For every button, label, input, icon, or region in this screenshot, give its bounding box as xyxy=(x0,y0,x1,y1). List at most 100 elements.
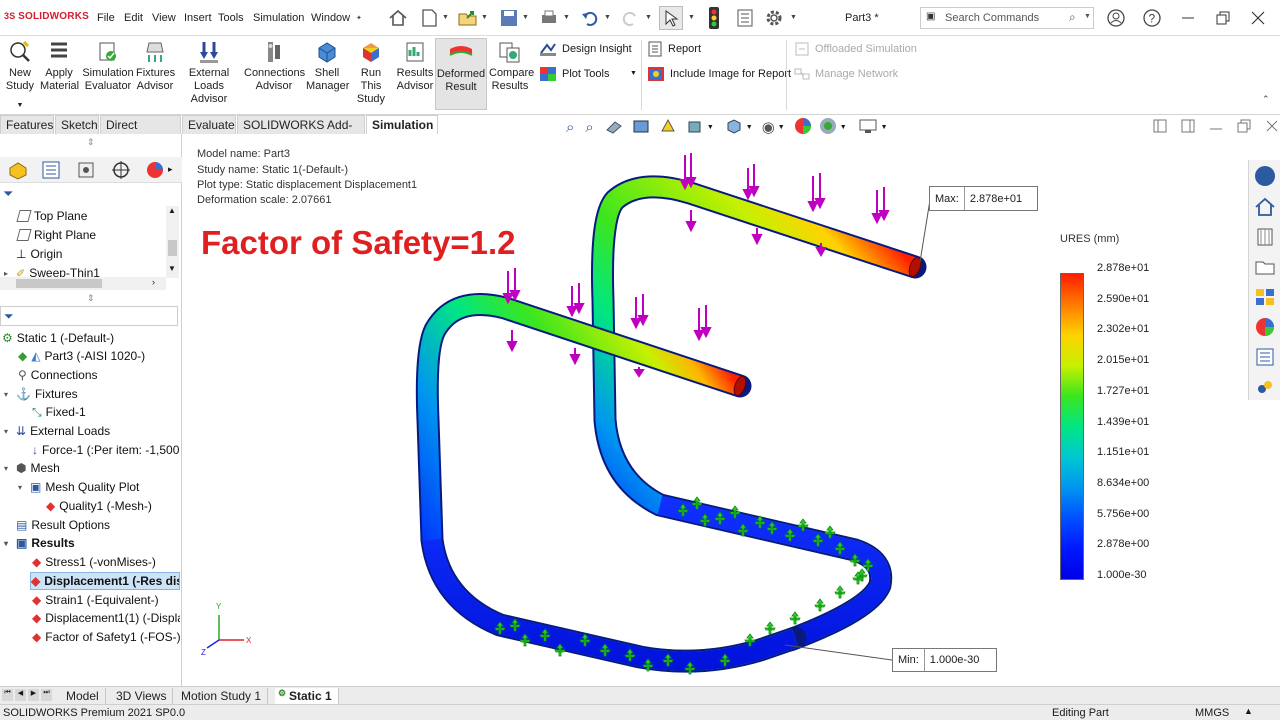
dimxpert-icon[interactable] xyxy=(111,160,131,180)
file-properties-icon[interactable] xyxy=(733,6,757,30)
tree-horizontal-scrollbar[interactable]: › xyxy=(0,277,166,290)
status-units[interactable]: MMGS xyxy=(1195,707,1229,719)
save-icon[interactable] xyxy=(497,6,521,30)
tree-item-fixtures[interactable]: ▾ ⚓ Fixtures xyxy=(4,385,78,403)
restore-icon[interactable] xyxy=(1211,6,1235,30)
menu-window[interactable]: Window xyxy=(311,12,350,24)
tree-item-quality1[interactable]: ◆ Quality1 (-Mesh-) xyxy=(46,497,152,515)
next-tab-icon[interactable]: ▶ xyxy=(28,689,39,701)
filter-icon[interactable]: ⏷ xyxy=(4,309,14,324)
chevron-down-icon[interactable]: ▼ xyxy=(604,14,611,21)
scrollbar-thumb[interactable] xyxy=(168,240,177,256)
property-manager-icon[interactable] xyxy=(41,160,61,180)
chevron-up-icon[interactable]: ▲ xyxy=(1244,706,1253,716)
menu-simulation[interactable]: Simulation xyxy=(253,12,304,24)
chevron-down-icon[interactable]: ▼ xyxy=(790,14,797,21)
chevron-down-icon[interactable]: ▼ xyxy=(168,264,176,273)
chevron-down-icon[interactable]: ▼ xyxy=(778,124,785,131)
first-tab-icon[interactable]: ⏮ xyxy=(2,689,13,701)
tree-item-strain1[interactable]: ◆ Strain1 (-Equivalent-) xyxy=(32,591,159,609)
collapse-icon[interactable]: ▾ xyxy=(4,427,12,436)
tree-item-stress1[interactable]: ◆ Stress1 (-vonMises-) xyxy=(32,553,156,571)
user-account-icon[interactable] xyxy=(1104,6,1128,30)
menu-insert[interactable]: Insert xyxy=(184,12,212,24)
manage-network-button[interactable]: Manage Network xyxy=(794,66,898,82)
chevron-down-icon[interactable]: ▼ xyxy=(1084,13,1091,20)
tree-item-results[interactable]: ▾ ▣ Results xyxy=(4,534,75,552)
chevron-right-icon[interactable]: ▸ xyxy=(168,164,173,175)
viewport-minimize-icon[interactable] xyxy=(1209,119,1223,133)
tree-item-top-plane[interactable]: Top Plane xyxy=(16,207,87,225)
tree-item-mesh-quality-plot[interactable]: ▾ ▣ Mesh Quality Plot xyxy=(18,478,139,496)
last-tab-icon[interactable]: ⏭ xyxy=(41,689,52,701)
tree-item-fixed-1[interactable]: ⤡ Fixed-1 xyxy=(32,403,86,421)
filter-icon[interactable]: ⏷ xyxy=(3,186,13,202)
chevron-up-icon[interactable]: ▲ xyxy=(168,206,176,215)
tab-direct-editing[interactable]: Direct Editing xyxy=(100,115,181,146)
help-icon[interactable]: ? xyxy=(1140,6,1164,30)
collapse-icon[interactable]: ▾ xyxy=(18,483,26,492)
zoom-to-area-icon[interactable]: ⌕ xyxy=(585,119,593,136)
display-manager-icon[interactable] xyxy=(145,160,165,180)
home-icon[interactable] xyxy=(1254,196,1276,218)
tree-item-displacement1[interactable]: ◆ Displacement1 (-Res disp xyxy=(30,572,180,590)
traffic-light-icon[interactable] xyxy=(702,6,726,30)
tree-item-study[interactable]: ⚙ Static 1 (-Default-) xyxy=(2,329,114,347)
external-loads-advisor-button[interactable]: External Loads Advisor xyxy=(176,38,242,110)
redo-icon[interactable] xyxy=(618,6,642,30)
offloaded-simulation-button[interactable]: Offloaded Simulation xyxy=(794,41,917,57)
tree-item-mesh[interactable]: ▾ ⬢ Mesh xyxy=(4,459,60,477)
simulation-evaluator-button[interactable]: Simulation Evaluator xyxy=(82,38,134,110)
select-cursor-icon[interactable] xyxy=(659,6,683,30)
results-advisor-button[interactable]: Results Advisor xyxy=(396,38,434,110)
view-palette-icon[interactable] xyxy=(1254,286,1276,308)
new-document-icon[interactable] xyxy=(417,6,441,30)
tree-item-origin[interactable]: ⊥ Origin xyxy=(16,245,62,263)
close-icon[interactable] xyxy=(1246,6,1270,30)
configuration-manager-icon[interactable] xyxy=(76,160,96,180)
tab-solidworks-add-ins[interactable]: SOLIDWORKS Add-Ins xyxy=(237,115,365,146)
tree-item-force-1[interactable]: ↓ Force-1 (:Per item: -1,500 l xyxy=(32,441,180,459)
min-callout[interactable]: Min: 1.000e-30 xyxy=(892,648,997,672)
menu-edit[interactable]: Edit xyxy=(124,12,143,24)
tree-item-right-plane[interactable]: Right Plane xyxy=(16,226,96,244)
chevron-down-icon[interactable]: ▼ xyxy=(522,14,529,21)
panel-left-icon[interactable] xyxy=(1153,119,1167,133)
tab-simulation[interactable]: Simulation xyxy=(366,115,438,134)
solidworks-forum-icon[interactable] xyxy=(1254,376,1276,398)
chevron-down-icon[interactable]: ▼ xyxy=(563,14,570,21)
max-callout[interactable]: Max: 2.878e+01 xyxy=(929,186,1038,211)
file-explorer-icon[interactable] xyxy=(1254,256,1276,278)
chevron-down-icon[interactable]: ▼ xyxy=(481,14,488,21)
undo-icon[interactable] xyxy=(578,6,602,30)
tab-static-1[interactable]: ⚙ Static 1 xyxy=(275,688,339,705)
run-this-study-button[interactable]: Run This Study xyxy=(350,38,392,110)
open-folder-icon[interactable] xyxy=(456,6,480,30)
design-library-icon[interactable] xyxy=(1254,226,1276,248)
panel-right-icon[interactable] xyxy=(1181,119,1195,133)
tree-item-displacement1-1[interactable]: ◆ Displacement1(1) (-Displac xyxy=(32,609,180,627)
minimize-icon[interactable] xyxy=(1176,6,1200,30)
tree-item-factor-of-safety1[interactable]: ◆ Factor of Safety1 (-FOS-) xyxy=(32,628,181,646)
menu-file[interactable]: File xyxy=(97,12,115,24)
menu-view[interactable]: View xyxy=(152,12,176,24)
chevron-down-icon[interactable]: ▼ xyxy=(442,14,449,21)
tab-3d-views[interactable]: 3D Views xyxy=(110,688,174,705)
splitter-handle-icon[interactable]: ⇕ xyxy=(87,137,95,148)
new-study-button[interactable]: New Study ▼ xyxy=(2,38,38,110)
custom-properties-icon[interactable] xyxy=(1254,346,1276,368)
connections-advisor-button[interactable]: Connections Advisor xyxy=(244,38,305,110)
chevron-down-icon[interactable]: ▼ xyxy=(688,14,695,21)
study-filter-box[interactable]: ⏷ xyxy=(0,306,178,326)
feature-manager-icon[interactable] xyxy=(8,160,28,180)
tree-item-result-options[interactable]: ▤ Result Options xyxy=(16,516,110,534)
tab-motion-study-1[interactable]: Motion Study 1 xyxy=(175,688,269,705)
splitter-handle-icon[interactable]: ⇕ xyxy=(87,293,95,304)
displacement-plot-model[interactable]: Y X Z xyxy=(183,134,1246,686)
shell-manager-button[interactable]: Shell Manager xyxy=(306,38,349,110)
deformed-result-button[interactable]: Deformed Result xyxy=(435,38,487,110)
chevron-down-icon[interactable]: ▼ xyxy=(630,70,637,77)
report-button[interactable]: Report xyxy=(647,41,701,57)
tree-item-external-loads[interactable]: ▾ ⇊ External Loads xyxy=(4,422,110,440)
tab-model[interactable]: Model xyxy=(60,688,106,705)
